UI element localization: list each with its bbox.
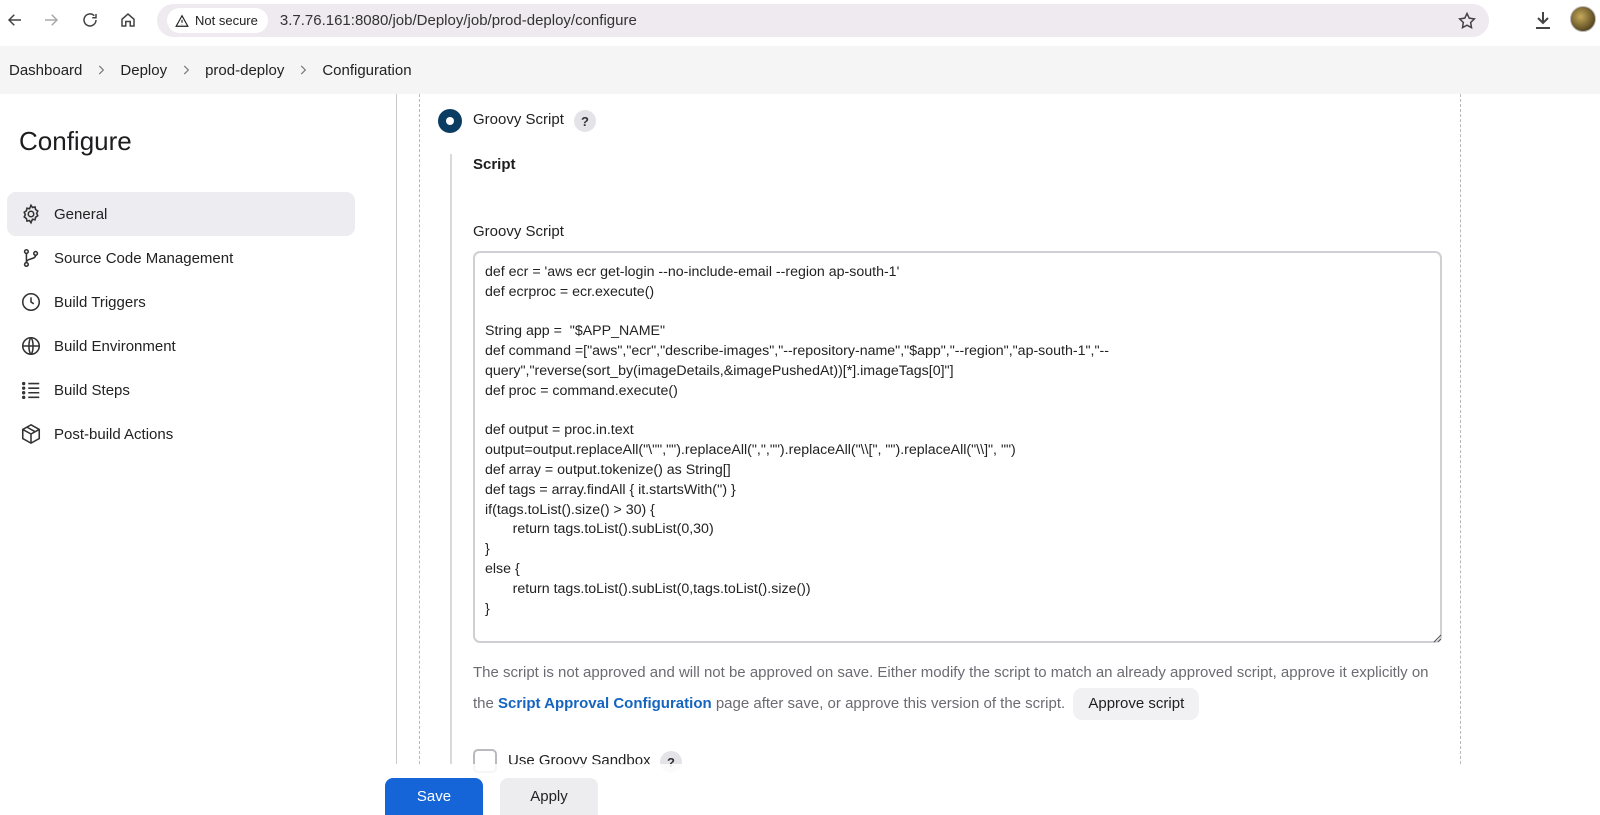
- breadcrumb: Dashboard Deploy prod-deploy Configurati…: [0, 46, 1600, 94]
- globe-icon: [21, 336, 41, 356]
- forward-icon[interactable]: [36, 5, 66, 35]
- sidebar: Configure General Source Code Management…: [0, 94, 390, 815]
- section-border-right: [1460, 94, 1461, 764]
- breadcrumb-configuration[interactable]: Configuration: [322, 62, 411, 79]
- groovy-script-radio[interactable]: [438, 109, 462, 133]
- sidebar-item-label: General: [54, 205, 108, 223]
- sidebar-item-build-triggers[interactable]: Build Triggers: [7, 280, 355, 324]
- sidebar-item-label: Build Steps: [54, 381, 130, 399]
- branch-icon: [23, 248, 39, 268]
- reload-icon[interactable]: [75, 5, 105, 35]
- apply-button[interactable]: Apply: [500, 778, 598, 815]
- sidebar-item-label: Source Code Management: [54, 249, 234, 267]
- resize-handle-icon[interactable]: [1432, 633, 1442, 643]
- warning-icon: [175, 14, 189, 27]
- section-border-left: [419, 94, 420, 764]
- approve-script-button[interactable]: Approve script: [1073, 688, 1200, 720]
- clock-icon: [21, 292, 41, 312]
- sidebar-item-label: Build Triggers: [54, 293, 146, 311]
- sidebar-item-source-code-management[interactable]: Source Code Management: [7, 236, 355, 280]
- save-button[interactable]: Save: [385, 778, 483, 815]
- groovy-script-field-label: Groovy Script: [473, 223, 564, 240]
- list-icon: [21, 381, 40, 400]
- script-approval-warning: The script is not approved and will not …: [473, 657, 1448, 720]
- script-approval-link[interactable]: Script Approval Configuration: [498, 695, 712, 712]
- breadcrumb-deploy[interactable]: Deploy: [120, 62, 167, 79]
- security-label: Not secure: [195, 13, 258, 28]
- package-icon: [21, 423, 41, 445]
- browser-toolbar: Not secure 3.7.76.161:8080/job/Deploy/jo…: [0, 0, 1600, 41]
- sidebar-item-general[interactable]: General: [7, 192, 355, 236]
- warning-text-2: page after save, or approve this version…: [711, 695, 1066, 712]
- sidebar-title: Configure: [19, 126, 132, 156]
- sidebar-item-build-steps[interactable]: Build Steps: [7, 368, 355, 412]
- script-section-title: Script: [473, 156, 516, 173]
- sidebar-item-build-environment[interactable]: Build Environment: [7, 324, 355, 368]
- help-icon[interactable]: ?: [574, 110, 596, 132]
- security-chip[interactable]: Not secure: [167, 8, 268, 33]
- chevron-right-icon: [94, 63, 108, 77]
- bookmark-star-icon[interactable]: [1457, 11, 1477, 31]
- chevron-right-icon: [296, 63, 310, 77]
- chevron-right-icon: [179, 63, 193, 77]
- url-text: 3.7.76.161:8080/job/Deploy/job/prod-depl…: [279, 12, 637, 29]
- breadcrumb-prod-deploy[interactable]: prod-deploy: [205, 62, 284, 79]
- download-icon[interactable]: [1531, 8, 1555, 32]
- groovy-script-radio-label: Groovy Script: [473, 111, 564, 128]
- home-icon[interactable]: [113, 5, 143, 35]
- groovy-script-textarea[interactable]: def ecr = 'aws ecr get-login --no-includ…: [473, 251, 1442, 643]
- back-icon[interactable]: [0, 5, 30, 35]
- profile-avatar[interactable]: [1570, 6, 1596, 32]
- sidebar-divider: [396, 94, 397, 764]
- address-bar[interactable]: Not secure 3.7.76.161:8080/job/Deploy/jo…: [157, 4, 1489, 37]
- sidebar-item-label: Build Environment: [54, 337, 176, 355]
- gear-icon: [23, 203, 39, 225]
- sidebar-item-label: Post-build Actions: [54, 425, 174, 443]
- breadcrumb-dashboard[interactable]: Dashboard: [9, 62, 82, 79]
- sidebar-item-post-build-actions[interactable]: Post-build Actions: [7, 412, 355, 456]
- nested-section-rule: [450, 154, 452, 764]
